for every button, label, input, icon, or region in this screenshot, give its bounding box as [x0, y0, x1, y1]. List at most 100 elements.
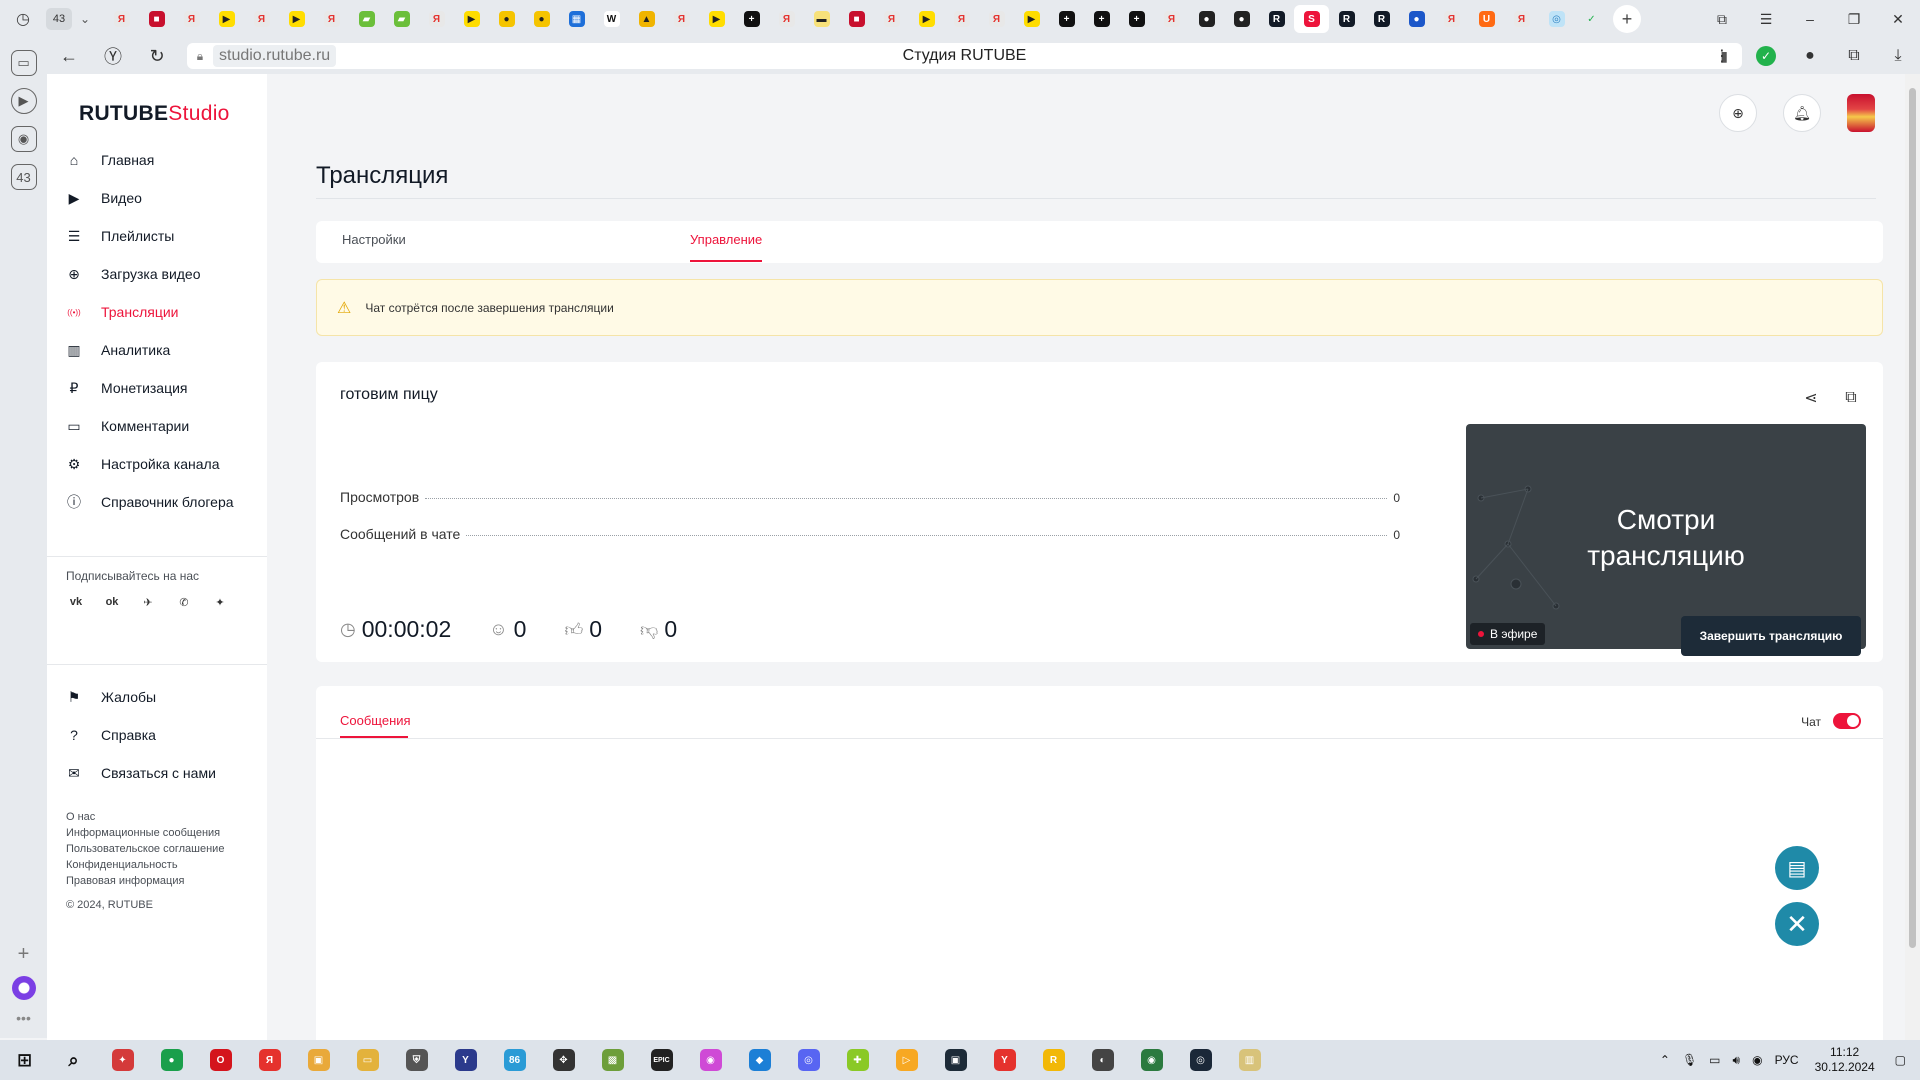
browser-tab[interactable]: R [1259, 5, 1294, 33]
browser-tab[interactable]: Я [1434, 5, 1469, 33]
browser-tab[interactable]: U [1469, 5, 1504, 33]
vk-icon[interactable]: vk [65, 591, 87, 613]
alice-assistant-icon[interactable] [11, 976, 36, 1000]
browser-tab[interactable]: Я [664, 5, 699, 33]
browser-tab[interactable]: ▶ [209, 5, 244, 33]
history-clock-icon[interactable]: ◷ [0, 0, 46, 38]
browser-tab[interactable]: Я [244, 5, 279, 33]
rutube-studio-logo[interactable]: RUTUBEStudio [79, 102, 230, 126]
browser-tab[interactable]: ● [489, 5, 524, 33]
end-stream-button[interactable]: Завершить трансляцию [1681, 616, 1861, 656]
browser-tab[interactable]: + [1084, 5, 1119, 33]
sidebar-item[interactable]: ₽ Монетизация [47, 369, 267, 407]
more-dots-icon[interactable]: ••• [16, 1010, 31, 1026]
menu-dots-icon[interactable]: ⋮ [1700, 46, 1744, 66]
sidebar-item[interactable]: ✉ Связаться с нами [47, 754, 267, 792]
yandex-music-icon[interactable]: Y [441, 1040, 490, 1080]
app9-icon[interactable]: ◉ [1127, 1040, 1176, 1080]
discord-icon[interactable]: ◎ [784, 1040, 833, 1080]
windows-start-button[interactable]: ⊞ [0, 1040, 49, 1080]
browser-tab[interactable]: W [594, 5, 629, 33]
browser-tab[interactable]: ▶ [279, 5, 314, 33]
browser-tab[interactable]: Я [174, 5, 209, 33]
sidebar-item[interactable]: ⚙ Настройка канала [47, 445, 267, 483]
browser-tab[interactable]: Я [1504, 5, 1539, 33]
footer-link[interactable]: Пользовательское соглашение [66, 841, 224, 857]
browser-tab[interactable]: + [734, 5, 769, 33]
browser-tab[interactable]: Я [419, 5, 454, 33]
browser-tab[interactable]: + [1049, 5, 1084, 33]
minecraft-icon[interactable]: ▩ [588, 1040, 637, 1080]
app7-icon[interactable]: ▣ [931, 1040, 980, 1080]
avatar[interactable] [1847, 94, 1875, 132]
browser-tab[interactable]: ▶ [1014, 5, 1049, 33]
notifications-tray-icon[interactable]: ☰ [1744, 11, 1788, 28]
tab-management[interactable]: Управление [690, 232, 762, 247]
app8-icon[interactable]: ◐ [1078, 1040, 1127, 1080]
url-field[interactable]: 🔒︎ studio.rutube.ru Студия RUTUBE ▮ [187, 43, 1742, 69]
rockstar-icon[interactable]: R [1029, 1040, 1078, 1080]
yandex-home-icon[interactable]: Ⓨ [91, 43, 135, 69]
language-indicator[interactable]: РУС [1775, 1053, 1799, 1067]
tanks-icon[interactable]: ⛨ [392, 1040, 441, 1080]
sidebar-item[interactable]: ☰ Плейлисты [47, 217, 267, 255]
app10-icon[interactable]: ▥ [1225, 1040, 1274, 1080]
more-icon[interactable]: ✦ [209, 591, 231, 613]
browser-tab[interactable]: Я [979, 5, 1014, 33]
app-tray-icon[interactable]: ◉ [1752, 1053, 1762, 1067]
browser-tab[interactable]: ✓ [1574, 5, 1609, 33]
yandex-icon[interactable]: Я [245, 1040, 294, 1080]
downloads-icon[interactable]: ⤓ [1876, 47, 1920, 65]
back-button[interactable]: ← [47, 46, 91, 67]
chrome-icon[interactable]: ● [147, 1040, 196, 1080]
browser-tab[interactable]: ● [524, 5, 559, 33]
browser-tab[interactable]: ● [1189, 5, 1224, 33]
app4-icon[interactable]: ◆ [735, 1040, 784, 1080]
ok-icon[interactable]: ok [101, 591, 123, 613]
share-icon[interactable]: ⋖ [1801, 388, 1821, 408]
folder-icon[interactable]: ▭ [343, 1040, 392, 1080]
tab-settings[interactable]: Настройки [342, 232, 406, 247]
sidebar-item[interactable]: ((•)) Трансляции [47, 293, 267, 331]
restore-button[interactable]: ❐ [1832, 11, 1876, 28]
steam-icon[interactable]: ◎ [1176, 1040, 1225, 1080]
sidebar-item[interactable]: ▭ Комментарии [47, 407, 267, 445]
extension-check-icon[interactable]: ✓ [1756, 46, 1776, 66]
sidebar-item[interactable]: ▶ Видео [47, 179, 267, 217]
epic-icon[interactable]: EPIC [637, 1040, 686, 1080]
lock-icon[interactable]: 🔒︎ [187, 49, 213, 64]
external-link-icon[interactable]: ⧉ [1841, 388, 1861, 408]
browser-tab[interactable]: ■ [139, 5, 174, 33]
browser-tab[interactable]: S [1294, 5, 1329, 33]
add-panel-icon[interactable]: + [18, 943, 30, 966]
browser-tab[interactable]: ▲ [629, 5, 664, 33]
sidebar-item[interactable]: ⊕ Загрузка видео [47, 255, 267, 293]
app5-icon[interactable]: ✚ [833, 1040, 882, 1080]
close-window-button[interactable]: ✕ [1876, 11, 1920, 28]
footer-link[interactable]: О нас [66, 809, 224, 825]
browser-tab[interactable]: ▰ [349, 5, 384, 33]
opera-icon[interactable]: O [196, 1040, 245, 1080]
browser-tab[interactable]: ▦ [559, 5, 594, 33]
browser-tab[interactable]: R [1364, 5, 1399, 33]
browser-tab[interactable]: Я [944, 5, 979, 33]
footer-link[interactable]: Правовая информация [66, 873, 224, 889]
volume-icon[interactable]: 🔊︎ [1733, 1053, 1741, 1068]
telegram-icon[interactable]: ✈ [137, 591, 159, 613]
sidebar-item[interactable]: ⌂ Главная [47, 141, 267, 179]
tab-counter[interactable]: 43 [46, 8, 72, 30]
sidebar-item[interactable]: ▥ Аналитика [47, 331, 267, 369]
notifications-bell-icon[interactable]: 🔔︎ [1783, 94, 1821, 132]
minimize-button[interactable]: – [1788, 11, 1832, 27]
browser-tab[interactable]: ▶ [699, 5, 734, 33]
app3-icon[interactable]: ◉ [686, 1040, 735, 1080]
search-icon[interactable]: ⌕ [49, 1040, 98, 1080]
browser-tab[interactable]: ■ [839, 5, 874, 33]
footer-link[interactable]: Информационные сообщения [66, 825, 224, 841]
sidebar-item[interactable]: ? Справка [47, 716, 267, 754]
browser-tab[interactable]: ▰ [384, 5, 419, 33]
browser-tab[interactable]: Я [1154, 5, 1189, 33]
app2-icon[interactable]: ✥ [539, 1040, 588, 1080]
browser-tab[interactable]: Я [104, 5, 139, 33]
new-tab-button[interactable]: + [1613, 5, 1641, 33]
